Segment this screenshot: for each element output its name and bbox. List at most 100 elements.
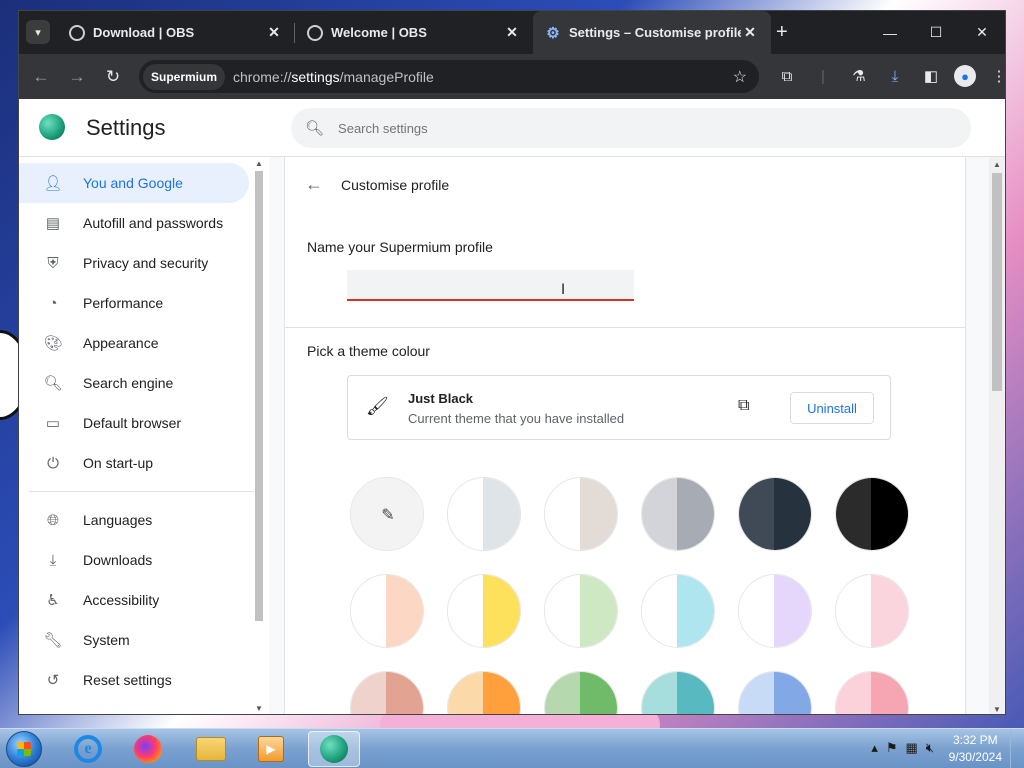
- profile-avatar-icon[interactable]: ●: [954, 65, 976, 87]
- settings-header: Settings 🔍︎: [19, 99, 1005, 157]
- customise-profile-card: ← Customise profile Name your Supermium …: [284, 157, 966, 714]
- scroll-up-arrow-icon[interactable]: ▲: [255, 159, 263, 168]
- obs-icon: [69, 24, 85, 41]
- uninstall-button[interactable]: Uninstall: [790, 392, 874, 424]
- extensions-icon[interactable]: ⧉: [774, 63, 800, 89]
- tab-title: Download | OBS: [93, 25, 195, 40]
- scroll-up-arrow-icon[interactable]: ▲: [993, 160, 1001, 169]
- clock-time: 3:32 PM: [952, 733, 998, 747]
- gear-icon: ⚙: [546, 24, 560, 42]
- tab-download-obs[interactable]: Download | OBS ✕: [57, 11, 295, 54]
- swatch-left-half: [739, 575, 776, 647]
- close-icon[interactable]: ✕: [741, 24, 759, 41]
- flag-icon[interactable]: ⚑: [886, 740, 898, 756]
- theme-colour-swatch[interactable]: [641, 477, 715, 551]
- reload-button[interactable]: ↻: [101, 65, 125, 89]
- download-icon: ⤓: [49, 551, 57, 569]
- theme-colour-swatch[interactable]: [544, 671, 618, 714]
- theme-colour-swatch[interactable]: [738, 574, 812, 648]
- sidebar-item-performance[interactable]: ◔ Performance: [19, 283, 269, 323]
- side-panel-icon[interactable]: ◧: [918, 63, 944, 89]
- scroll-down-arrow-icon[interactable]: ▼: [255, 704, 263, 713]
- taskbar-supermium[interactable]: [308, 731, 360, 767]
- theme-colour-swatch[interactable]: [835, 574, 909, 648]
- back-arrow-icon[interactable]: ←: [305, 174, 323, 195]
- taskbar-internet-explorer[interactable]: e: [62, 731, 114, 767]
- swatch-left-half: [836, 575, 873, 647]
- sidebar-item-autofill[interactable]: ▤ Autofill and passwords: [19, 203, 269, 243]
- download-icon[interactable]: ⤓: [882, 63, 908, 89]
- sidebar-item-reset[interactable]: ↺ Reset settings: [19, 660, 269, 700]
- sidebar-item-languages[interactable]: 🌐︎ Languages: [19, 500, 269, 540]
- forward-button[interactable]: →: [65, 65, 89, 89]
- page-title: Settings: [86, 115, 166, 140]
- sidebar-item-you-and-google[interactable]: 👤︎ You and Google: [19, 163, 249, 203]
- taskbar-media-player[interactable]: ▶: [245, 731, 297, 767]
- scrollbar-thumb[interactable]: [992, 173, 1002, 391]
- theme-colour-swatch[interactable]: [641, 574, 715, 648]
- url-path: /manageProfile: [339, 68, 434, 85]
- bookmark-star-icon[interactable]: ☆: [733, 67, 747, 87]
- minimize-button[interactable]: —: [867, 11, 913, 54]
- settings-search[interactable]: 🔍︎: [291, 108, 971, 148]
- swatch-right-half: [386, 672, 423, 714]
- sidebar-item-system[interactable]: 🔧︎ System: [19, 620, 269, 660]
- address-bar[interactable]: Supermium chrome://settings/manageProfil…: [139, 60, 759, 93]
- supermium-icon: [320, 735, 348, 763]
- profile-name-input[interactable]: [347, 270, 634, 301]
- sidebar-item-on-startup[interactable]: ⏻ On start-up: [19, 443, 269, 483]
- theme-colour-swatch[interactable]: [447, 477, 521, 551]
- search-icon: 🔍︎: [43, 375, 63, 392]
- scroll-down-arrow-icon[interactable]: ▼: [993, 705, 1001, 714]
- sidebar-item-search-engine[interactable]: 🔍︎ Search engine: [19, 363, 269, 403]
- sidebar-item-label: Autofill and passwords: [83, 215, 224, 231]
- theme-colour-swatch[interactable]: [544, 477, 618, 551]
- volume-muted-icon[interactable]: 🔇︎: [926, 740, 934, 756]
- theme-colour-swatch[interactable]: [738, 671, 812, 714]
- menu-kebab-icon[interactable]: ⋮: [986, 63, 1006, 89]
- sidebar-item-downloads[interactable]: ⤓ Downloads: [19, 540, 269, 580]
- clock[interactable]: 3:32 PM 9/30/2024: [949, 732, 1002, 766]
- taskbar-file-explorer[interactable]: [185, 731, 237, 767]
- sidebar-item-label: Performance: [83, 295, 164, 311]
- close-icon[interactable]: ✕: [265, 24, 283, 41]
- taskbar-firefox[interactable]: [122, 731, 174, 767]
- main-scrollbar[interactable]: ▲ ▼: [989, 157, 1005, 714]
- custom-colour-picker[interactable]: ✎: [350, 477, 424, 551]
- swatch-right-half: [386, 575, 423, 647]
- start-button[interactable]: [6, 731, 42, 767]
- labs-flask-icon[interactable]: ⚗: [846, 63, 872, 89]
- tab-welcome-obs[interactable]: Welcome | OBS ✕: [295, 11, 533, 54]
- tab-search-button[interactable]: ▾: [26, 20, 50, 44]
- theme-colour-swatch[interactable]: [738, 477, 812, 551]
- theme-colour-swatch[interactable]: [835, 671, 909, 714]
- new-tab-button[interactable]: +: [776, 21, 788, 44]
- sidebar-item-privacy[interactable]: ⛨ Privacy and security: [19, 243, 269, 283]
- toolbar-separator: |: [821, 67, 825, 85]
- show-hidden-icons-icon[interactable]: ▴: [871, 740, 878, 756]
- theme-colour-swatch[interactable]: [544, 574, 618, 648]
- theme-colour-swatch[interactable]: [350, 574, 424, 648]
- url-host: settings: [291, 68, 340, 85]
- open-in-new-icon[interactable]: ⧉: [738, 397, 749, 415]
- theme-colour-swatch[interactable]: [350, 671, 424, 714]
- search-input[interactable]: [338, 120, 839, 136]
- sidebar-item-appearance[interactable]: 🎨︎ Appearance: [19, 323, 269, 363]
- scrollbar-thumb[interactable]: [255, 171, 263, 621]
- sidebar-scrollbar[interactable]: ▲ ▼: [253, 157, 265, 714]
- site-chip[interactable]: Supermium: [143, 63, 226, 90]
- back-button[interactable]: ←: [29, 65, 53, 89]
- sidebar-item-default-browser[interactable]: ▭ Default browser: [19, 403, 269, 443]
- tab-settings[interactable]: ⚙ Settings – Customise profile ✕: [533, 11, 771, 54]
- theme-colour-swatch[interactable]: [835, 477, 909, 551]
- close-icon[interactable]: ✕: [503, 24, 521, 41]
- sidebar-item-accessibility[interactable]: ♿︎ Accessibility: [19, 580, 269, 620]
- maximize-button[interactable]: ☐: [913, 11, 959, 54]
- theme-colour-swatch[interactable]: [447, 671, 521, 714]
- theme-colour-swatch[interactable]: [447, 574, 521, 648]
- show-desktop-button[interactable]: [1010, 729, 1024, 768]
- url-text[interactable]: chrome://settings/manageProfile: [233, 69, 434, 85]
- theme-colour-swatch[interactable]: [641, 671, 715, 714]
- network-icon[interactable]: ▦: [906, 740, 918, 756]
- close-window-button[interactable]: ✕: [959, 11, 1005, 54]
